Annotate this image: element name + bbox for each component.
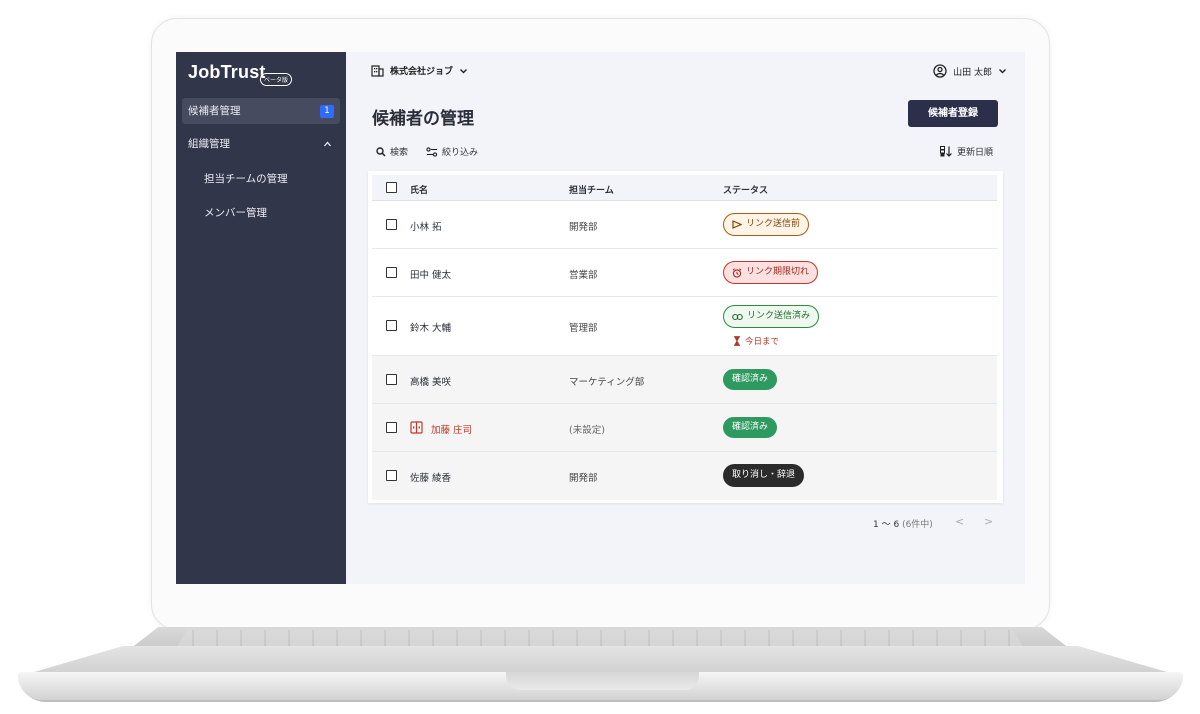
chevron-down-icon [459,67,468,75]
company-name: 株式会社ジョブ [390,67,454,77]
sidebar-item-organization[interactable]: 組織管理 [182,131,340,157]
app-logo[interactable]: JobTrust [188,62,266,83]
laptop-notch [506,672,699,690]
status-label: リンク送信前 [746,219,801,229]
sidebar: JobTrust ベータ版 候補者管理 1 組織管理 担当チームの管理 メンバー… [176,52,346,584]
pagination-range: 1 〜 6 [873,520,900,530]
status-badge: リンク送信前 [723,213,810,236]
candidate-name[interactable]: 加藤 庄司 [431,422,472,436]
table-row[interactable]: 小林 拓 開発部 リンク送信前 [372,201,997,249]
status-label: リンク送信済み [747,311,811,321]
candidate-team: 開発部 [569,473,598,484]
search-label: 検索 [390,148,409,158]
deadline-label: 今日まで [745,337,780,347]
status-label: 確認済み [732,374,769,384]
search-icon [376,146,386,157]
status-badge: リンク期限切れ [723,261,819,284]
status-badge: 取り消し・辞退 [723,464,805,487]
app-screen: JobTrust ベータ版 候補者管理 1 組織管理 担当チームの管理 メンバー… [176,52,1025,584]
deadline-note: 今日まで [733,335,779,347]
alarm-clock-icon [732,267,742,278]
chevron-left-icon[interactable]: < [955,515,964,528]
status-label: 確認済み [732,422,769,432]
chevron-down-icon [998,67,1007,75]
chevron-up-icon [323,131,332,157]
pagination-total: (6件中) [902,520,933,530]
candidate-team: (未設定) [569,425,605,436]
company-selector[interactable]: 株式会社ジョブ [371,64,468,77]
user-name: 山田 太郎 [953,67,992,78]
row-checkbox[interactable] [386,374,397,385]
page-title: 候補者の管理 [372,109,474,129]
status-badge: 確認済み [723,417,778,438]
sidebar-item-candidates[interactable]: 候補者管理 1 [182,98,340,124]
status-badge: 確認済み [723,369,778,390]
row-checkbox[interactable] [386,422,397,433]
chevron-right-icon[interactable]: > [984,515,993,528]
column-header-team[interactable]: 担当チーム [569,183,614,196]
row-checkbox[interactable] [386,219,397,230]
status-badge: リンク送信済み [723,305,820,328]
row-checkbox[interactable] [386,320,397,331]
pagination-info: 1 〜 6 (6件中) [873,517,933,530]
candidate-team: 管理部 [569,323,598,334]
filter-icon [426,146,438,157]
beta-badge: ベータ版 [260,73,293,86]
alert-door-icon [410,421,423,434]
send-icon [732,220,742,229]
sidebar-item-label: 組織管理 [188,138,230,150]
sidebar-item-label: 候補者管理 [188,105,241,117]
row-checkbox[interactable] [386,470,397,481]
user-circle-icon [933,64,947,78]
candidate-name[interactable]: 佐藤 綾香 [410,470,451,484]
count-badge: 1 [320,105,334,118]
table-row[interactable]: 鈴木 大輔 管理部 リンク送信済み 今日まで [372,297,997,356]
table-row[interactable]: 佐藤 綾香 開発部 取り消し・辞退 [372,452,997,500]
table-row[interactable]: 田中 健太 営業部 リンク期限切れ [372,249,997,297]
filter-label: 絞り込み [442,148,479,158]
table-row[interactable]: 高橋 美咲 マーケティング部 確認済み [372,356,997,404]
link-icon [732,313,743,321]
hourglass-icon [733,336,741,346]
user-menu[interactable]: 山田 太郎 [933,64,1007,78]
candidate-name[interactable]: 高橋 美咲 [410,374,451,388]
candidate-team: マーケティング部 [569,377,645,388]
column-header-name[interactable]: 氏名 [410,183,428,196]
status-label: リンク期限切れ [746,267,810,277]
table-row[interactable]: 加藤 庄司 (未設定) 確認済み [372,404,997,452]
select-all-checkbox[interactable] [386,182,397,193]
sidebar-item-team-management[interactable]: 担当チームの管理 [204,171,288,186]
candidate-team: 営業部 [569,270,598,281]
candidate-team: 開発部 [569,222,598,233]
row-checkbox[interactable] [386,267,397,278]
column-header-status[interactable]: ステータス [723,183,768,196]
candidate-name[interactable]: 小林 拓 [410,219,442,233]
candidate-name[interactable]: 鈴木 大輔 [410,320,451,334]
candidate-table: 氏名 担当チーム ステータス 小林 拓 開発部 リンク送信前 田中 健太 営業部… [368,171,1003,503]
sidebar-item-member-management[interactable]: メンバー管理 [204,205,267,220]
laptop-mockup: JobTrust ベータ版 候補者管理 1 組織管理 担当チームの管理 メンバー… [0,0,1200,714]
candidate-name[interactable]: 田中 健太 [410,267,451,281]
sort-label: 更新日順 [957,148,994,158]
filter-button[interactable]: 絞り込み [426,145,478,158]
sort-icon [940,146,953,157]
table-header: 氏名 担当チーム ステータス [372,175,997,201]
status-label: 取り消し・辞退 [732,470,796,480]
search-button[interactable]: 検索 [376,145,408,158]
register-candidate-button[interactable]: 候補者登録 [908,100,998,127]
building-icon [371,64,384,77]
sort-button[interactable]: 更新日順 [940,145,993,158]
